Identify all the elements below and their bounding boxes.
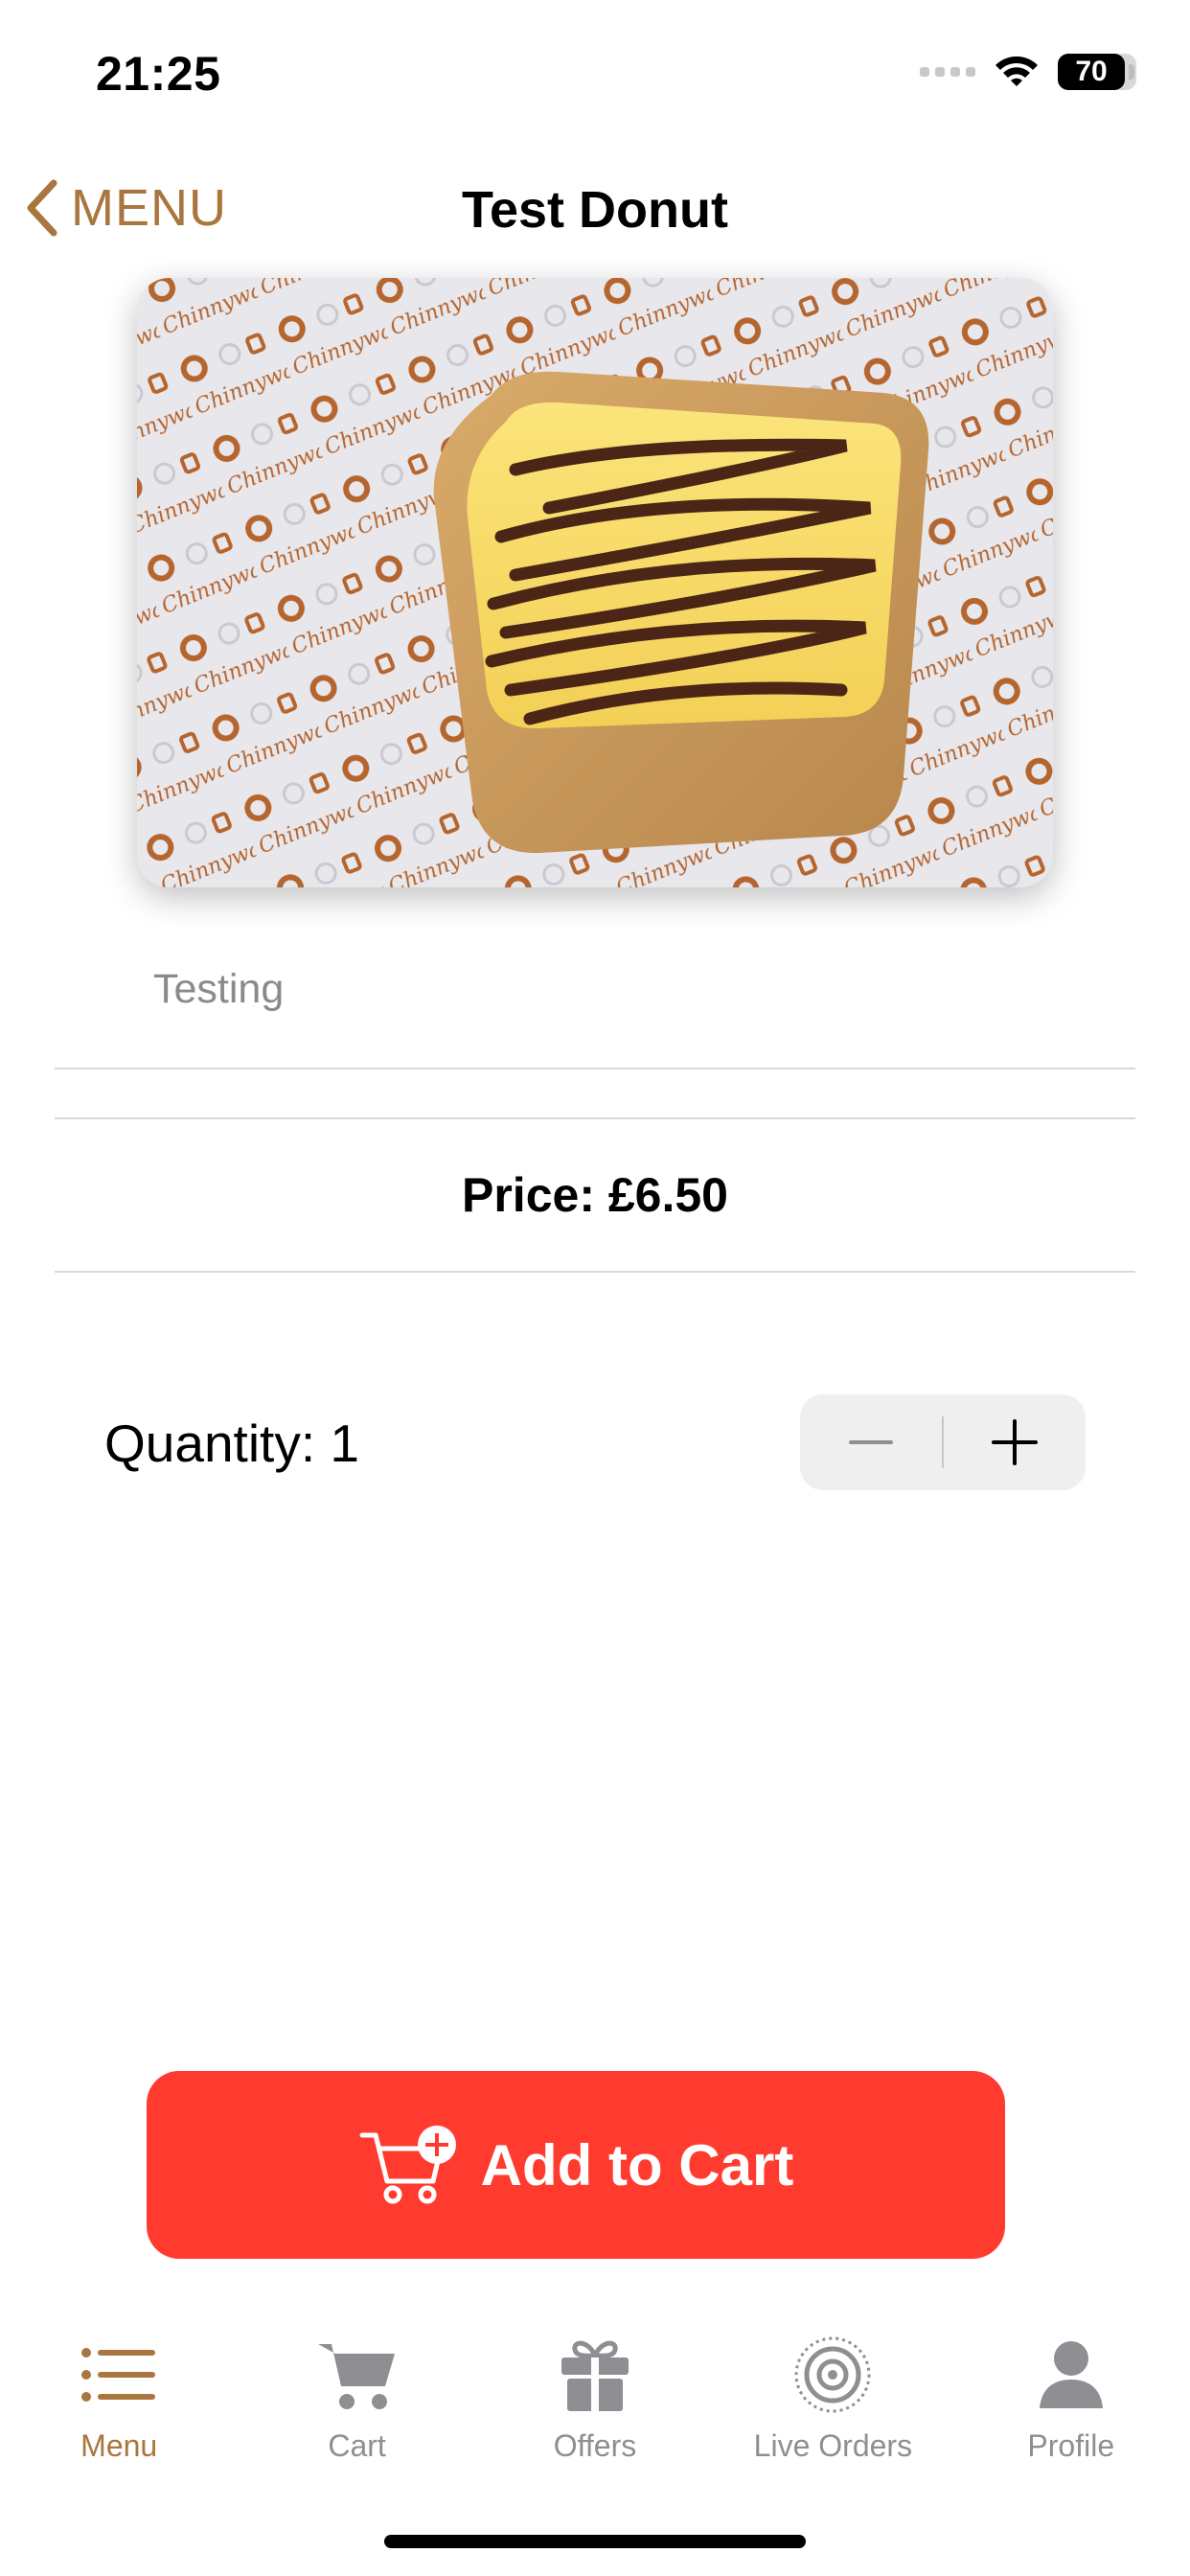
- add-to-cart-label: Add to Cart: [480, 2132, 794, 2197]
- tab-bar: Menu Cart Offers Live Orders Profile: [0, 2329, 1190, 2501]
- status-icons: 70: [920, 54, 1136, 90]
- battery-icon: 70: [1058, 54, 1136, 90]
- tab-offers[interactable]: Offers: [476, 2329, 714, 2501]
- quantity-stepper[interactable]: [800, 1394, 1086, 1490]
- product-price: Price: £6.50: [462, 1168, 728, 1222]
- tab-profile[interactable]: Profile: [952, 2329, 1190, 2501]
- add-to-cart-button[interactable]: Add to Cart: [147, 2071, 1005, 2259]
- decrement-button[interactable]: [800, 1394, 942, 1490]
- tab-label: Cart: [328, 2428, 386, 2463]
- tab-live-orders[interactable]: Live Orders: [714, 2329, 951, 2501]
- increment-button[interactable]: [944, 1394, 1086, 1490]
- plus-icon: [991, 1419, 1038, 1465]
- tab-label: Live Orders: [753, 2428, 913, 2463]
- divider: [55, 1271, 1135, 1273]
- cart-plus-icon: [359, 2126, 456, 2204]
- target-icon: [794, 2336, 871, 2413]
- divider: [55, 1068, 1135, 1070]
- product-image: Chinnywala: [137, 278, 1053, 887]
- tab-label: Menu: [80, 2428, 158, 2463]
- minus-icon: [849, 1440, 893, 1444]
- tab-menu[interactable]: Menu: [0, 2329, 238, 2501]
- status-time: 21:25: [96, 47, 221, 101]
- battery-level: 70: [1058, 54, 1134, 90]
- wifi-icon: [995, 56, 1038, 86]
- divider: [55, 1117, 1135, 1119]
- tab-label: Profile: [1027, 2428, 1115, 2463]
- page-title: Test Donut: [462, 181, 728, 239]
- product-description: Testing: [153, 966, 285, 1012]
- person-icon: [1039, 2341, 1103, 2408]
- tab-label: Offers: [553, 2428, 637, 2463]
- list-icon: [81, 2348, 156, 2402]
- gift-icon: [561, 2340, 629, 2411]
- cart-icon: [317, 2344, 395, 2409]
- home-indicator[interactable]: [384, 2535, 806, 2548]
- cellular-signal-icon: [920, 67, 975, 77]
- quantity-label: Quantity: 1: [104, 1414, 359, 1473]
- product-photo: Chinnywala: [137, 278, 1053, 887]
- tab-cart[interactable]: Cart: [238, 2329, 475, 2501]
